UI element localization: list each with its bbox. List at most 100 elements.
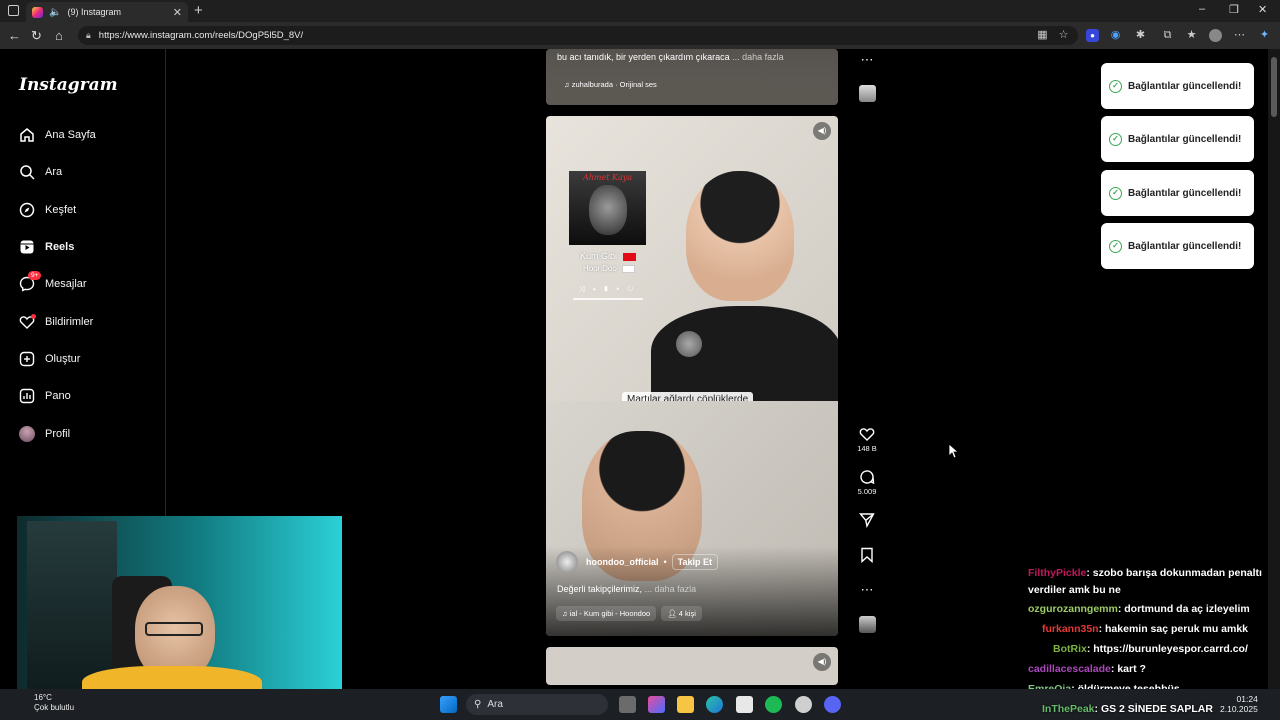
browser-tab[interactable]: 🔈 (9) Instagram ✕	[26, 2, 188, 22]
sidebar-item-messages[interactable]: 9+ Mesajlar	[18, 270, 87, 296]
toast-notification: ✓ Bağlantılar güncellendi!	[1101, 223, 1254, 269]
like-button[interactable]: 148 B	[856, 426, 878, 453]
maximize-button[interactable]: ❐	[1229, 3, 1239, 16]
close-tab-icon[interactable]: ✕	[173, 6, 182, 19]
more-options-icon[interactable]: ⋯	[856, 582, 878, 598]
audio-thumbnail[interactable]	[856, 85, 878, 104]
spotify-icon[interactable]	[765, 696, 782, 713]
sidebar-item-label: Reels	[45, 241, 75, 253]
sidebar-item-home[interactable]: Ana Sayfa	[18, 123, 96, 147]
copilot-icon[interactable]: ✦	[1258, 29, 1271, 42]
speaker-icon[interactable]: 🔈	[49, 7, 61, 18]
turkey-flag-icon	[622, 252, 636, 261]
check-circle-icon: ✓	[1109, 79, 1122, 93]
audio-label: zuhalburada · Orijinal ses	[571, 80, 657, 89]
save-button[interactable]	[856, 547, 878, 565]
reel-caption: Değerli takipçilerimiz, ... daha fazla	[557, 584, 696, 594]
home-browser-icon[interactable]: ⌂	[55, 28, 63, 43]
sidebar-item-label: Pano	[45, 390, 71, 402]
sidebar-item-profile[interactable]: Profil	[18, 422, 70, 446]
new-tab-button[interactable]: +	[194, 2, 203, 19]
author-avatar[interactable]	[556, 551, 578, 573]
chat-username: FilthyPickle	[1028, 567, 1087, 579]
back-icon[interactable]: ←	[8, 28, 21, 43]
avatar-icon	[18, 426, 35, 443]
refresh-icon[interactable]: ↻	[31, 28, 42, 44]
more-link[interactable]: ... daha fazla	[645, 584, 697, 594]
close-window-button[interactable]: ✕	[1258, 3, 1267, 16]
more-options-icon[interactable]: ⋯	[856, 52, 878, 68]
tab-actions-icon[interactable]	[8, 5, 19, 16]
bookmark-icon	[861, 547, 873, 564]
app-install-icon[interactable]: ▦	[1036, 29, 1049, 42]
album-portrait	[589, 185, 627, 235]
extensions-puzzle-icon[interactable]: ✱	[1134, 29, 1147, 42]
windows-start-icon[interactable]	[440, 696, 457, 713]
author-username[interactable]: hoondoo_official	[586, 557, 659, 567]
chat-text: : dortmund da aç izleyelim	[1117, 603, 1250, 615]
reel-video-frame-top: Ahmet Kaya Kum Gibi HoonDoo ⤨◂▮▸↻ ◀) Mar…	[546, 116, 838, 407]
profile-avatar-icon[interactable]	[1209, 29, 1222, 42]
reel-previous[interactable]: bu acı tanıdık, bir yerden çıkardım çıka…	[546, 49, 838, 105]
split-screen-icon[interactable]: ⧉	[1161, 29, 1174, 42]
chat-username: InThePeak	[1042, 703, 1095, 715]
reel-current[interactable]: Ahmet Kaya Kum Gibi HoonDoo ⤨◂▮▸↻ ◀) Mar…	[546, 116, 838, 636]
favorites-icon[interactable]: ★	[1185, 29, 1198, 42]
sidebar-item-notifications[interactable]: Bildirimler	[18, 310, 93, 334]
reel-previous-audio[interactable]: ♫ zuhalburada · Orijinal ses	[564, 80, 657, 89]
comment-button[interactable]: 5.009	[856, 469, 878, 496]
extension-audio-icon[interactable]: ◉	[1109, 29, 1122, 42]
sidebar-item-dashboard[interactable]: Pano	[18, 384, 71, 408]
weather-temperature: 16°C	[34, 693, 52, 702]
scrollbar-thumb[interactable]	[1271, 57, 1277, 117]
reel-previous-caption: bu acı tanıdık, bir yerden çıkardım çıka…	[557, 52, 784, 62]
sidebar-item-create[interactable]: Oluştur	[18, 347, 80, 371]
chat-text: : hakemin saç peruk mu amkk	[1098, 623, 1249, 635]
sound-icon[interactable]: ◀)	[813, 122, 831, 140]
page-scrollbar[interactable]	[1268, 49, 1280, 689]
korea-flag-icon	[622, 264, 636, 273]
lock-icon[interactable]: 🔒︎	[86, 30, 91, 41]
chat-text: verdiler amk bu ne	[1028, 584, 1121, 596]
task-view-icon[interactable]	[619, 696, 636, 713]
sidebar-item-label: Ara	[45, 166, 63, 178]
copilot-app-icon[interactable]	[648, 696, 665, 713]
player-controls-icon: ⤨◂▮▸↻	[579, 286, 642, 293]
sound-icon[interactable]: ◀)	[813, 653, 831, 671]
people-chip[interactable]: 👤︎ 4 kişi	[661, 606, 702, 621]
sidebar-item-explore[interactable]: Keşfet	[18, 198, 76, 222]
sidebar-item-search[interactable]: Ara	[18, 160, 62, 184]
caption-text: bu acı tanıdık, bir yerden çıkardım çıka…	[557, 52, 730, 62]
edge-browser-icon[interactable]	[706, 696, 723, 713]
file-explorer-icon[interactable]	[677, 696, 694, 713]
audio-thumbnail[interactable]	[856, 616, 878, 635]
instagram-logo[interactable]: Instagram	[19, 75, 118, 95]
share-button[interactable]	[856, 512, 878, 530]
weather-widget[interactable]: 16°C Çok bulutlu	[8, 693, 74, 713]
reel-next[interactable]: ◀)	[546, 647, 838, 685]
steam-icon[interactable]	[795, 696, 812, 713]
toast-message: Bağlantılar güncellendi!	[1128, 240, 1242, 252]
follow-button[interactable]: Takip Et	[671, 554, 718, 570]
favorite-star-icon[interactable]: ☆	[1057, 29, 1070, 42]
sidebar-item-reels[interactable]: Reels	[18, 235, 74, 259]
chat-text: : szobo barışa dokunmadan penaltı	[1086, 567, 1262, 579]
reel-author-row: hoondoo_official • Takip Et	[556, 551, 718, 573]
check-circle-icon: ✓	[1109, 186, 1122, 200]
discord-icon[interactable]	[824, 696, 841, 713]
more-link[interactable]: ... daha fazla	[732, 52, 784, 62]
sidebar-item-label: Keşfet	[45, 204, 77, 216]
album-cover: Ahmet Kaya	[569, 171, 646, 245]
album-title: Ahmet Kaya	[582, 173, 633, 182]
audio-chip[interactable]: ♫ ial - Kum gibi - Hoondoo	[556, 606, 657, 621]
minimize-button[interactable]: –	[1199, 3, 1205, 15]
song-name: Kum Gibi	[580, 251, 618, 261]
system-clock[interactable]: 01:24 2.10.2025	[1220, 694, 1258, 714]
settings-more-icon[interactable]: ⋯	[1233, 29, 1246, 42]
extension-icon[interactable]: ●	[1086, 29, 1099, 42]
store-icon[interactable]	[736, 696, 753, 713]
chat-message: BotRix: https://burunleyespor.carrd.co/	[1028, 643, 1248, 655]
url-field[interactable]: 🔒︎ https://www.instagram.com/reels/DOgP5…	[78, 26, 1078, 45]
taskbar-search[interactable]: ⚲ Ara	[466, 694, 608, 715]
sidebar-item-label: Mesajlar	[45, 278, 87, 290]
